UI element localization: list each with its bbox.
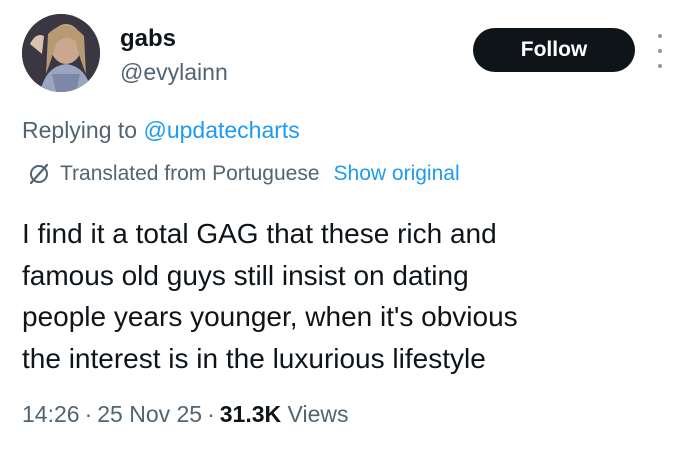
tweet-line: the interest is in the luxurious lifesty… (22, 342, 486, 374)
tweet-line: famous old guys still insist on dating (22, 259, 469, 291)
avatar-photo (22, 14, 100, 92)
translation-notice: Translated from Portuguese Show original (26, 161, 460, 187)
replying-to: Replying to @updatecharts (22, 116, 300, 144)
separator: · (84, 401, 93, 427)
tweet-line: I find it a total GAG that these rich an… (22, 218, 497, 249)
replying-to-label: Replying to (22, 117, 138, 143)
views-count[interactable]: 31.3K (220, 401, 281, 427)
tweet-date[interactable]: 25 Nov 25 (97, 401, 202, 427)
tweet-text: I find it a total GAG that these rich an… (22, 213, 682, 379)
translated-label: Translated from Portuguese (60, 162, 320, 185)
separator: · (207, 401, 215, 427)
show-original-link[interactable]: Show original (334, 161, 460, 187)
user-handle[interactable]: @evylainn (120, 58, 228, 86)
dot (658, 34, 662, 38)
dot (658, 64, 662, 68)
follow-button[interactable]: Follow (473, 28, 635, 72)
avatar[interactable] (22, 14, 100, 92)
mention-link[interactable]: @updatecharts (143, 117, 299, 143)
dot (658, 49, 662, 53)
tweet-meta: 14:26 · 25 Nov 25 · 31.3K Views (22, 400, 348, 428)
display-name[interactable]: gabs (120, 24, 176, 54)
tweet-time[interactable]: 14:26 (22, 401, 80, 427)
more-dots-vertical-icon[interactable] (650, 34, 670, 68)
tweet-line: people years younger, when it's obvious (22, 301, 518, 332)
views-label: Views (287, 401, 349, 427)
translate-slash-icon (29, 163, 49, 185)
